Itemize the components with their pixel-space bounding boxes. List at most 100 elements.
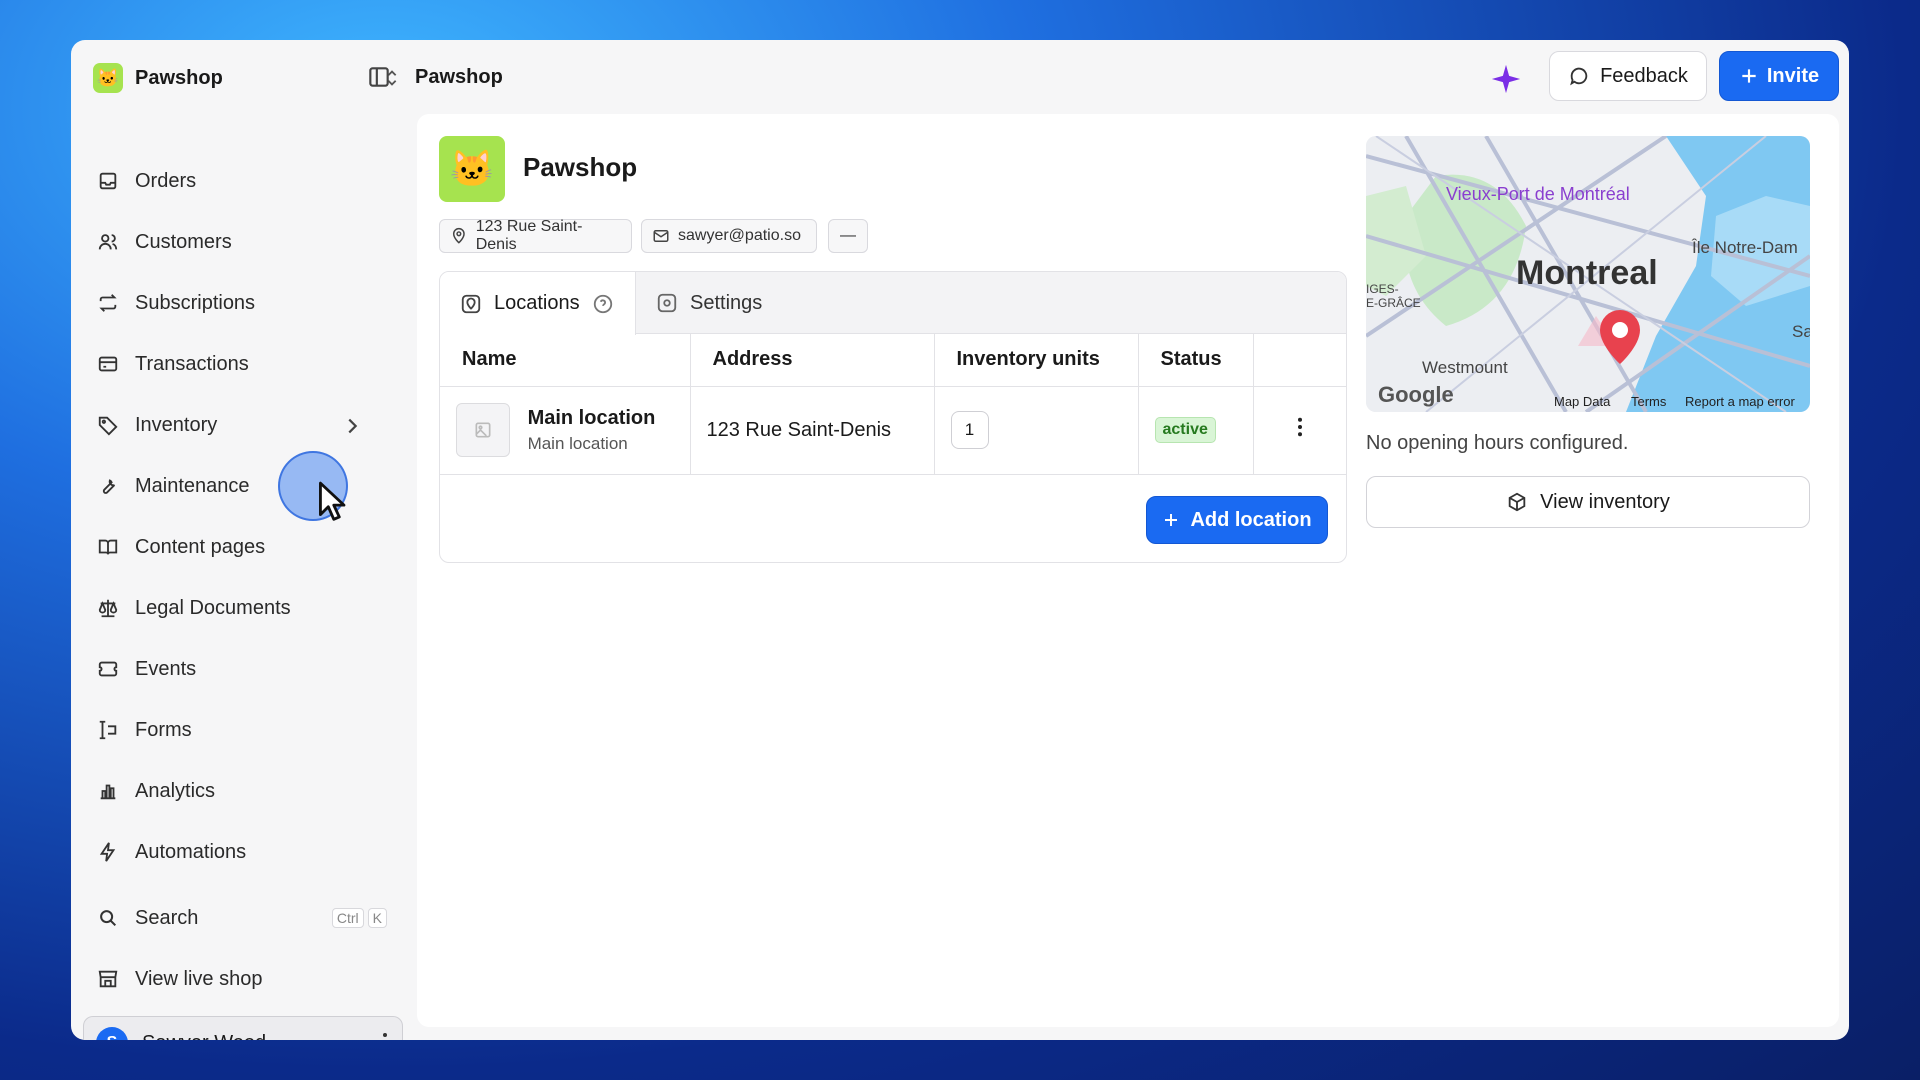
tab-label: Settings — [690, 291, 763, 314]
inbox-icon — [99, 172, 117, 190]
address-chip[interactable]: 123 Rue Saint-Denis — [439, 218, 632, 253]
sidebar-item-forms[interactable]: Forms — [97, 710, 387, 750]
sidebar-item-label: Legal Documents — [135, 596, 291, 619]
gear-icon — [657, 293, 677, 313]
tab-settings[interactable]: Settings — [656, 272, 762, 334]
add-location-button[interactable]: Add location — [1146, 496, 1328, 544]
sidebar-item-content-pages[interactable]: Content pages — [97, 527, 387, 567]
wrench-icon — [102, 479, 116, 494]
chevron-right-icon — [348, 418, 358, 434]
sidebar-item-events[interactable]: Events — [97, 649, 387, 689]
mail-icon — [653, 230, 669, 242]
tab-locations[interactable]: Locations — [440, 272, 636, 335]
location-name: Main location — [527, 406, 656, 429]
sidebar-item-legal-documents[interactable]: Legal Documents — [97, 588, 387, 628]
storefront-icon — [98, 970, 118, 988]
user-menu[interactable]: S Sawyer Wood — [83, 1016, 403, 1040]
map-label: Île Notre-Dam — [1692, 238, 1798, 257]
box-icon — [1508, 492, 1526, 512]
shortcut-key: Ctrl — [331, 908, 364, 928]
inventory-units-cell: 1 — [934, 386, 1139, 475]
map-city-label: Montreal — [1516, 254, 1658, 292]
map-label: Westmount — [1422, 358, 1508, 377]
sidebar-item-label: Forms — [135, 718, 192, 741]
map-label: Sai — [1792, 322, 1810, 341]
avatar: S — [96, 1027, 128, 1040]
main-panel: 🐱 Pawshop 123 Rue Saint-Denis sawyer@pat… — [417, 114, 1839, 1027]
phone-chip[interactable]: — — [828, 219, 868, 253]
page-breadcrumb: Pawshop — [415, 66, 503, 88]
book-icon — [98, 539, 118, 555]
search-shortcut: Ctrl K — [331, 908, 387, 928]
more-vertical-icon[interactable] — [1297, 417, 1303, 437]
page-title: Pawshop — [523, 152, 638, 182]
email-chip[interactable]: sawyer@patio.so — [641, 219, 817, 253]
sidebar-item-inventory[interactable]: Inventory — [97, 405, 387, 445]
feedback-label: Feedback — [1600, 64, 1688, 87]
plus-icon — [1742, 69, 1756, 83]
search-icon — [100, 910, 117, 927]
sidebar-item-transactions[interactable]: Transactions — [97, 344, 387, 384]
table-row[interactable]: Main location Main location 123 Rue Sain… — [440, 386, 1346, 475]
feedback-button[interactable]: Feedback — [1549, 51, 1707, 101]
view-live-shop-label: View live shop — [135, 967, 263, 990]
workspace-name: Pawshop — [135, 66, 223, 89]
column-header: Name — [440, 334, 691, 387]
locations-card: Locations Settings Name Address Inventor… — [439, 271, 1347, 563]
map-footer-link[interactable]: Report a map error — [1685, 394, 1795, 409]
ai-sparkle-icon[interactable] — [1489, 62, 1523, 96]
email-chip-label: sawyer@patio.so — [678, 227, 801, 244]
column-header-actions — [1253, 334, 1346, 387]
search-label: Search — [135, 906, 199, 929]
phone-chip-label: — — [840, 227, 856, 244]
location-name-cell: Main location Main location — [440, 386, 691, 475]
sidebar-item-customers[interactable]: Customers — [97, 222, 387, 262]
opening-hours-text: No opening hours configured. — [1366, 432, 1629, 454]
location-map[interactable]: Vieux-Port de Montréal Montreal Île Notr… — [1366, 136, 1810, 412]
help-circle-icon[interactable] — [592, 293, 614, 315]
lightning-icon — [99, 842, 116, 862]
view-live-shop-link[interactable]: View live shop — [97, 959, 387, 999]
map-label: IGES- E-GRÂCE — [1366, 282, 1421, 310]
sidebar-item-label: Orders — [135, 169, 197, 192]
sidebar-item-label: Customers — [135, 230, 232, 253]
sidebar-item-label: Automations — [135, 840, 247, 863]
map-footer-link[interactable]: Map Data — [1554, 394, 1610, 409]
image-placeholder-icon — [456, 403, 510, 457]
add-location-label: Add location — [1190, 508, 1312, 531]
more-vertical-icon[interactable] — [382, 1032, 388, 1040]
shortcut-key: K — [367, 908, 387, 928]
ticket-icon — [98, 661, 118, 677]
repeat-icon — [99, 294, 117, 312]
chat-bubble-icon — [1570, 67, 1588, 86]
locations-table: Name Address Inventory units Status Main… — [440, 334, 1346, 475]
invite-button[interactable]: Invite — [1719, 51, 1839, 101]
map-poi-label: Vieux-Port de Montréal — [1446, 184, 1630, 204]
sidebar-search[interactable]: Search Ctrl K — [97, 898, 387, 938]
tag-icon — [98, 416, 118, 436]
map-pin-icon — [461, 294, 481, 313]
row-actions — [1253, 386, 1346, 475]
users-icon — [98, 234, 118, 250]
inventory-units[interactable]: 1 — [950, 411, 989, 449]
sidebar-item-subscriptions[interactable]: Subscriptions — [97, 283, 387, 323]
sidebar-item-orders[interactable]: Orders — [97, 161, 387, 201]
form-icon — [99, 720, 117, 740]
workspace-switcher[interactable]: 🐱 Pawshop — [93, 61, 403, 95]
map-pin-icon — [452, 227, 465, 244]
sidebar-item-label: Transactions — [135, 352, 249, 375]
column-header: Address — [690, 334, 935, 387]
mouse-cursor-icon — [319, 481, 346, 521]
view-inventory-label: View inventory — [1540, 490, 1670, 513]
sidebar-item-automations[interactable]: Automations — [97, 832, 387, 872]
sidebar-item-label: Content pages — [135, 535, 266, 558]
sidebar-item-analytics[interactable]: Analytics — [97, 771, 387, 811]
sidebar-item-label: Subscriptions — [135, 291, 256, 314]
map-footer-link[interactable]: Terms — [1631, 394, 1666, 409]
sidebar-item-label: Inventory — [135, 413, 218, 436]
sidebar-toggle-icon[interactable] — [366, 64, 392, 90]
view-inventory-button[interactable]: View inventory — [1366, 476, 1810, 528]
table-header-row: Name Address Inventory units Status — [440, 334, 1346, 387]
status-badge: active — [1154, 417, 1216, 443]
address-chip-label: 123 Rue Saint-Denis — [475, 218, 583, 253]
